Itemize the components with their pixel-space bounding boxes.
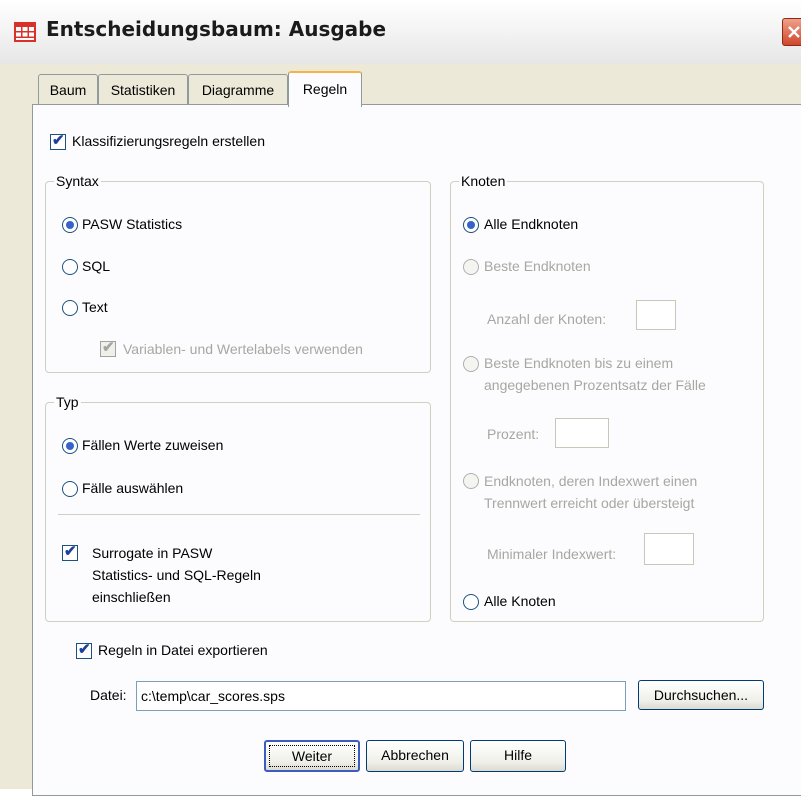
index-threshold-radio[interactable] — [463, 473, 479, 489]
index-threshold-label-line1: Endknoten, deren Indexwert einen — [484, 473, 698, 489]
checkmark-icon: ✔ — [78, 641, 91, 658]
tab-label: Regeln — [302, 81, 348, 97]
best-percent-radio[interactable] — [463, 356, 479, 372]
close-button[interactable] — [782, 18, 801, 46]
syntax-sql-radio[interactable] — [62, 259, 78, 275]
tab-label: Baum — [49, 82, 87, 98]
continue-button[interactable]: Weiter — [264, 740, 360, 772]
checkmark-icon: ✔ — [64, 543, 77, 560]
create-rules-label: Klassifizierungsregeln erstellen — [72, 133, 265, 149]
file-label: Datei: — [90, 687, 127, 703]
window-title: Entscheidungsbaum: Ausgabe — [46, 17, 387, 41]
surrogate-label-line2: Statistics- und SQL-Regeln — [92, 567, 261, 583]
knoten-legend: Knoten — [459, 173, 508, 189]
tab-regeln[interactable]: Regeln — [288, 71, 362, 107]
export-rules-label: Regeln in Datei exportieren — [98, 642, 268, 658]
best-end-nodes-label: Beste Endknoten — [484, 258, 591, 274]
all-nodes-radio[interactable] — [463, 594, 479, 610]
tab-statistiken[interactable]: Statistiken — [98, 74, 188, 105]
best-percent-label-line1: Beste Endknoten bis zu einem — [484, 355, 674, 371]
tab-label: Diagramme — [201, 82, 275, 98]
all-end-nodes-label: Alle Endknoten — [484, 216, 579, 232]
browse-label: Durchsuchen... — [653, 687, 749, 703]
assign-values-label: Fällen Werte zuweisen — [82, 437, 224, 453]
help-label: Hilfe — [503, 747, 532, 763]
select-cases-radio[interactable] — [62, 481, 78, 497]
syntax-pasw-label: PASW Statistics — [82, 216, 183, 232]
surrogate-checkbox[interactable]: ✔ — [62, 543, 78, 561]
assign-values-radio[interactable] — [62, 438, 78, 454]
syntax-pasw-radio[interactable] — [62, 217, 78, 233]
surrogate-label-line1: Surrogate in PASW — [92, 545, 213, 561]
syntax-text-label: Text — [82, 299, 108, 315]
best-end-nodes-radio[interactable] — [463, 259, 479, 275]
select-cases-label: Fälle auswählen — [82, 480, 184, 496]
title-bar[interactable]: Entscheidungsbaum: Ausgabe — [0, 0, 801, 64]
all-nodes-label: Alle Knoten — [484, 593, 556, 609]
typ-separator — [58, 514, 420, 515]
cancel-label: Abbrechen — [381, 747, 449, 763]
use-labels-label: Variablen- und Wertelabels verwenden — [123, 341, 363, 357]
syntax-legend: Syntax — [54, 173, 101, 189]
close-icon — [788, 26, 800, 38]
typ-legend: Typ — [54, 394, 81, 410]
syntax-sql-label: SQL — [82, 258, 111, 274]
tab-diagramme[interactable]: Diagramme — [188, 74, 288, 105]
percent-label: Prozent: — [487, 426, 540, 442]
tab-label: Statistiken — [110, 82, 176, 98]
node-count-input[interactable] — [636, 300, 676, 330]
focus-ring — [269, 745, 355, 767]
best-percent-label-line2: angegebenen Prozentsatz der Fälle — [484, 377, 706, 393]
node-count-label: Anzahl der Knoten: — [487, 311, 607, 327]
file-path-input[interactable] — [136, 681, 626, 711]
percent-input[interactable] — [555, 418, 609, 448]
tab-baum[interactable]: Baum — [38, 74, 98, 105]
browse-button[interactable]: Durchsuchen... — [638, 680, 764, 710]
min-index-label: Minimaler Indexwert: — [487, 546, 617, 562]
index-threshold-label-line2: Trennwert erreicht oder übersteigt — [484, 495, 695, 511]
checkmark-icon: ✔ — [52, 132, 65, 149]
syntax-text-radio[interactable] — [62, 300, 78, 316]
table-grid-icon — [14, 22, 36, 42]
export-rules-checkbox[interactable]: ✔ — [76, 641, 92, 659]
surrogate-label-line3: einschließen — [92, 589, 171, 605]
cancel-button[interactable]: Abbrechen — [366, 740, 464, 772]
use-labels-checkbox[interactable]: ✔ — [100, 339, 116, 357]
checkmark-icon: ✔ — [102, 339, 115, 356]
all-end-nodes-radio[interactable] — [463, 217, 479, 233]
create-rules-checkbox[interactable]: ✔ — [50, 132, 66, 150]
dialog-window: Entscheidungsbaum: Ausgabe Baum Statisti… — [0, 0, 801, 796]
min-index-input[interactable] — [644, 533, 694, 565]
help-button[interactable]: Hilfe — [470, 740, 566, 772]
